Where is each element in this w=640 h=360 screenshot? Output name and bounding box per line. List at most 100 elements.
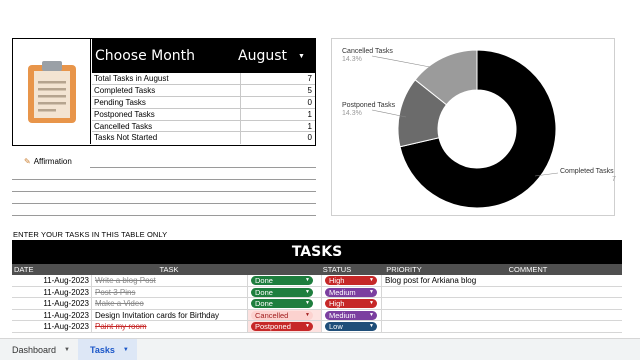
table-row: 11-Aug-2023 Write a blog Post Done ▼ High ▼ Bl…: [12, 275, 622, 287]
header-comment: COMMENT: [508, 265, 548, 274]
priority-dropdown[interactable]: High ▼: [325, 276, 377, 285]
stat-row: Postponed Tasks 1: [92, 108, 315, 121]
stat-label: Pending Tasks: [92, 96, 241, 108]
stat-value: 7: [307, 74, 312, 83]
pencil-icon: ✎: [24, 157, 31, 166]
task-status-chart: Completed Tasks71.4%Postponed Tasks14.3%…: [331, 38, 616, 216]
priority-dropdown[interactable]: Medium ▼: [325, 310, 377, 320]
status-dropdown[interactable]: Done ▼: [251, 276, 313, 285]
status-dropdown[interactable]: Postponed ▼: [251, 322, 313, 332]
task-name[interactable]: Write a blog Post: [92, 275, 248, 286]
slice-leader-line: [371, 55, 431, 68]
priority-value: High: [329, 299, 345, 309]
stat-label: Total Tasks in August: [92, 73, 241, 84]
status-dropdown[interactable]: Cancelled ▼: [251, 310, 313, 320]
affirmation-line[interactable]: [12, 191, 316, 192]
month-header: Choose Month August ▼: [92, 39, 315, 73]
task-date[interactable]: 11-Aug-2023: [12, 309, 92, 321]
stat-value: 0: [307, 133, 312, 143]
header-task: TASK: [159, 265, 179, 274]
task-name[interactable]: Make a Video: [92, 298, 248, 309]
task-comment[interactable]: Blog post for Arkiana blog: [382, 275, 622, 286]
affirmation-line[interactable]: [90, 167, 316, 168]
header-status: STATUS: [322, 265, 352, 274]
task-date[interactable]: 11-Aug-2023: [12, 321, 92, 332]
chevron-down-icon: ▼: [369, 277, 374, 283]
task-name[interactable]: Post 3 Pins: [92, 286, 248, 298]
slice-percent: 71.4%: [612, 176, 616, 183]
priority-cell: Medium ▼: [322, 309, 382, 321]
status-cell: Cancelled ▼: [248, 309, 322, 321]
status-cell: Done ▼: [248, 298, 322, 309]
stat-row: Tasks Not Started 0: [92, 132, 315, 145]
clipboard-cell: [13, 39, 91, 144]
affirmation-line[interactable]: [12, 179, 316, 180]
chevron-down-icon: ▼: [305, 323, 310, 330]
status-dropdown[interactable]: Done ▼: [251, 287, 313, 297]
stat-value: 1: [307, 109, 312, 119]
status-value: Postponed: [255, 322, 291, 332]
table-header: DATE TASK STATUS PRIORITY COMMENT: [12, 264, 622, 275]
status-dropdown[interactable]: Done ▼: [251, 299, 313, 309]
affirmation-line[interactable]: [12, 203, 316, 204]
stat-label: Tasks Not Started: [92, 132, 241, 145]
month-select[interactable]: August: [238, 48, 298, 64]
table-row: 11-Aug-2023 Design Invitation cards for B…: [12, 309, 622, 322]
priority-value: Medium: [329, 310, 356, 320]
priority-dropdown[interactable]: Medium ▼: [325, 287, 377, 297]
chevron-down-icon[interactable]: ▼: [123, 347, 129, 353]
chevron-down-icon[interactable]: ▼: [64, 347, 70, 353]
tab-dashboard[interactable]: Dashboard ▼: [0, 339, 78, 360]
chevron-down-icon: ▼: [369, 311, 374, 318]
summary-card: Choose Month August ▼ Total Tasks in Aug…: [12, 38, 316, 146]
stat-label: Completed Tasks: [92, 84, 241, 96]
tab-label: Dashboard: [12, 344, 57, 355]
stat-label: Cancelled Tasks: [92, 120, 241, 132]
stats-list: Total Tasks in August 7 Completed Tasks 5 …: [92, 73, 315, 145]
priority-dropdown[interactable]: High ▼: [325, 299, 377, 309]
chevron-down-icon: ▼: [305, 288, 310, 295]
affirmation: ✎ Affirmation: [24, 157, 72, 166]
chevron-down-icon[interactable]: ▼: [298, 53, 305, 60]
slice-percent: 14.3%: [342, 56, 362, 63]
status-cell: Done ▼: [248, 286, 322, 298]
table-row: 11-Aug-2023 Make a Video Done ▼ High ▼: [12, 298, 622, 310]
task-comment[interactable]: [382, 321, 622, 332]
stat-row: Cancelled Tasks 1: [92, 120, 315, 133]
task-comment[interactable]: [382, 287, 622, 298]
tab-tasks[interactable]: Tasks ▼: [77, 338, 137, 360]
table-row: 11-Aug-2023 Paint my room Postponed ▼ Low ▼: [12, 321, 622, 333]
task-date[interactable]: 11-Aug-2023: [12, 275, 92, 286]
stat-value: 1: [307, 121, 312, 131]
task-name[interactable]: Paint my room: [92, 321, 248, 332]
table-body: 11-Aug-2023 Write a blog Post Done ▼ High ▼ Bl…: [12, 275, 622, 333]
priority-dropdown[interactable]: Low ▼: [325, 322, 377, 332]
status-value: Cancelled: [255, 310, 289, 320]
priority-cell: Low ▼: [322, 321, 382, 332]
status-value: Done: [255, 299, 273, 309]
task-date[interactable]: 11-Aug-2023: [12, 286, 92, 298]
stat-row: Pending Tasks 0: [92, 96, 315, 109]
slice-percent: 14.3%: [342, 110, 362, 117]
clipboard-icon: [27, 60, 76, 123]
task-comment[interactable]: [382, 310, 622, 321]
status-value: Done: [255, 287, 273, 297]
status-value: Done: [255, 276, 273, 285]
task-name[interactable]: Design Invitation cards for Birthday: [92, 309, 248, 321]
affirmation-line[interactable]: [12, 215, 316, 216]
status-cell: Done ▼: [248, 275, 322, 286]
status-cell: Postponed ▼: [248, 321, 322, 332]
donut-chart: Completed Tasks71.4%Postponed Tasks14.3%…: [342, 48, 616, 209]
slice-label: Completed Tasks: [560, 168, 614, 175]
priority-value: Low: [329, 322, 343, 332]
slice-label: Postponed Tasks: [342, 102, 396, 109]
header-priority: PRIORITY: [386, 265, 422, 274]
chevron-down-icon: ▼: [369, 288, 374, 295]
stat-label: Postponed Tasks: [92, 108, 241, 120]
tab-label: Tasks: [89, 344, 115, 355]
task-date[interactable]: 11-Aug-2023: [12, 298, 92, 309]
choose-month-label: Choose Month: [95, 48, 196, 64]
priority-value: High: [329, 276, 345, 285]
task-comment[interactable]: [382, 298, 622, 309]
priority-cell: High ▼: [322, 298, 382, 309]
